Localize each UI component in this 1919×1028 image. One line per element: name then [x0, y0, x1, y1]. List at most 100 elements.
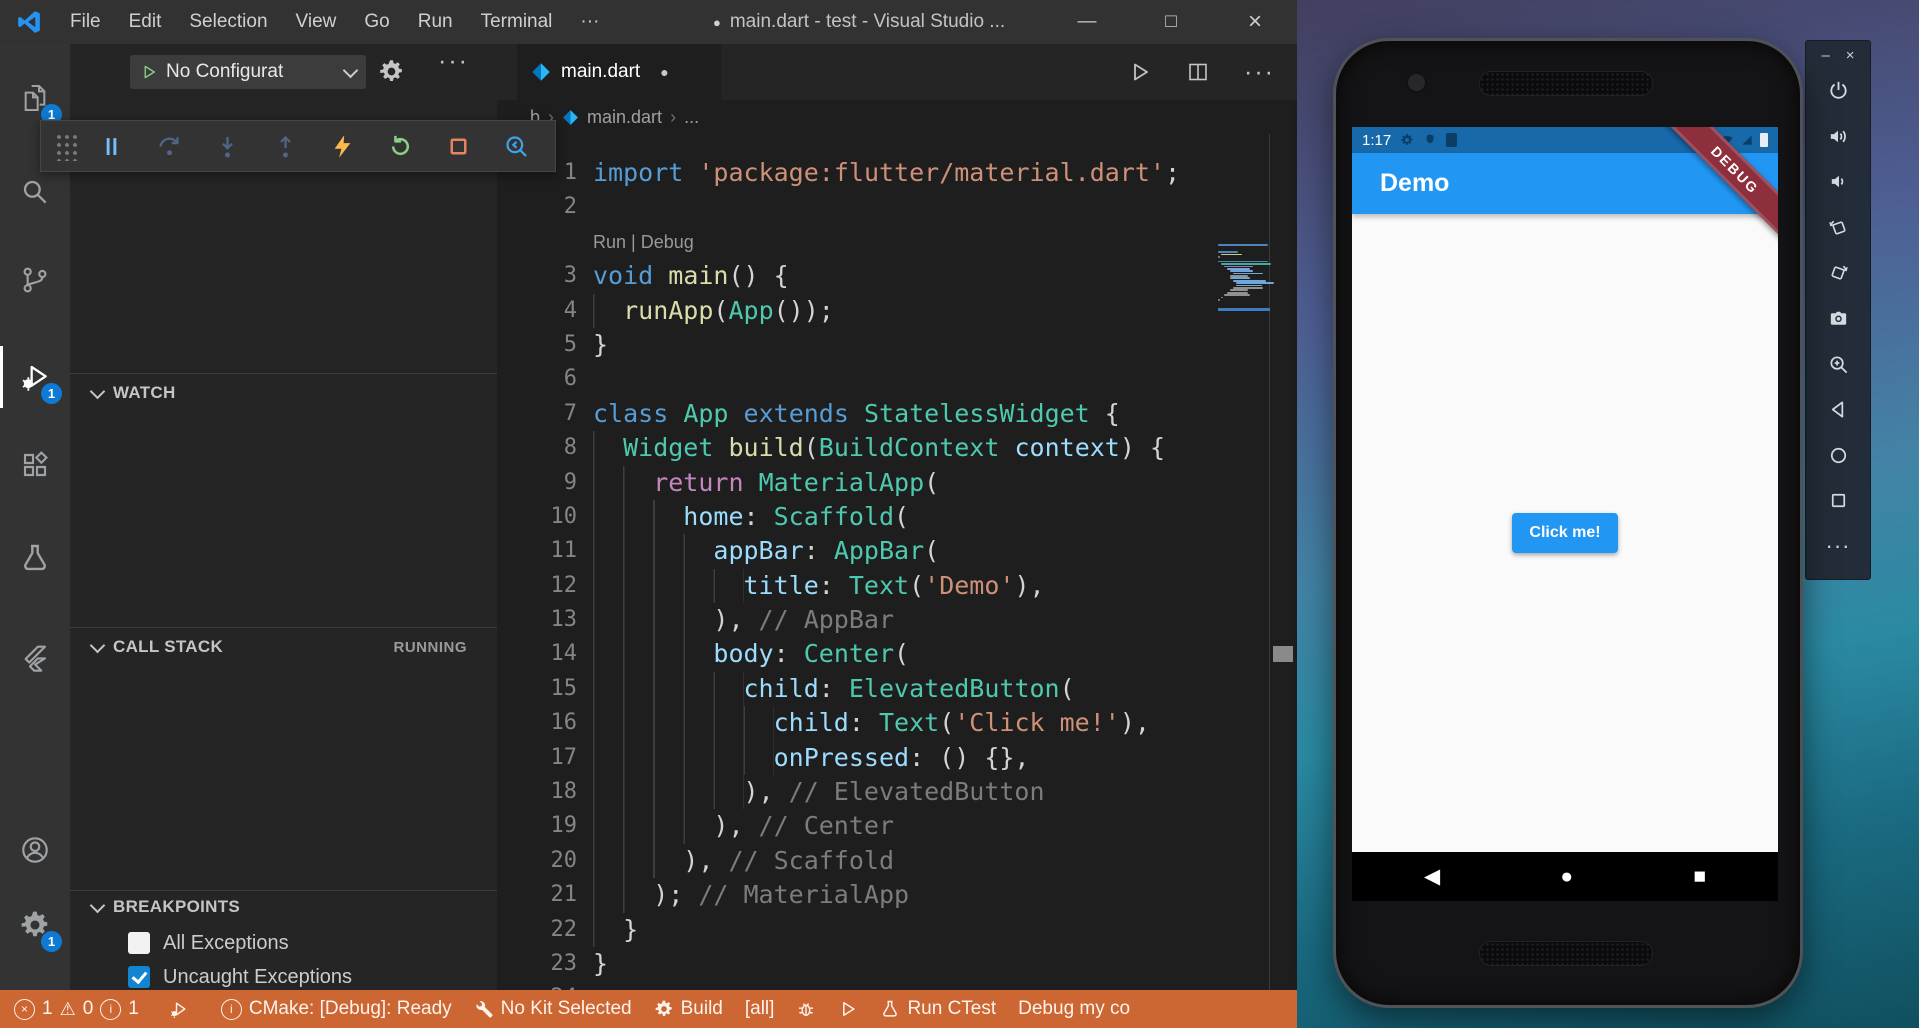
emulator-home-button[interactable]: [1806, 432, 1870, 478]
nav-home-button[interactable]: ●: [1560, 865, 1573, 889]
sidebar-item-accounts[interactable]: [0, 815, 70, 885]
menu-run[interactable]: Run: [404, 0, 467, 44]
restart-button[interactable]: [372, 124, 430, 168]
checkbox-uncaught-exceptions[interactable]: [128, 966, 150, 988]
launch-target[interactable]: Debug my co: [1018, 998, 1130, 1020]
code-line: 1import 'package:flutter/material.dart';: [497, 156, 1297, 190]
breadcrumb-separator: ›: [670, 107, 676, 128]
breakpoint-all-exceptions[interactable]: All Exceptions: [70, 926, 497, 960]
drag-handle[interactable]: [53, 131, 77, 161]
breadcrumb[interactable]: b › main.dart › ...: [497, 100, 1297, 134]
emulator-phone: 1:17 Demo Click me! ◀ ● ■ D: [1333, 38, 1803, 1008]
step-into-button[interactable]: [198, 124, 256, 168]
zoom-button[interactable]: [1806, 341, 1870, 387]
emulator-toolbar: – × ···: [1805, 40, 1871, 580]
emulator-close-button[interactable]: ×: [1846, 47, 1855, 64]
code-line: 8Widget build(BuildContext context) {: [497, 431, 1297, 465]
sidebar-item-testing[interactable]: [0, 523, 70, 593]
editor-more-actions[interactable]: ···: [1244, 58, 1275, 87]
split-editor-icon[interactable]: [1186, 60, 1210, 84]
rotate-left-button[interactable]: [1806, 205, 1870, 251]
breakpoint-uncaught-exceptions[interactable]: Uncaught Exceptions: [70, 960, 497, 990]
menu-edit[interactable]: Edit: [115, 0, 176, 44]
code-line: 12title: Text('Demo'),: [497, 569, 1297, 603]
debug-more-actions[interactable]: ···: [438, 47, 469, 76]
menu-selection[interactable]: Selection: [175, 0, 281, 44]
code-editor[interactable]: 1import 'package:flutter/material.dart';…: [497, 134, 1297, 990]
maximize-button[interactable]: □: [1129, 0, 1213, 44]
code-line: 6: [497, 362, 1297, 396]
emulator-more-button[interactable]: ···: [1806, 523, 1870, 569]
sidebar-item-flutter[interactable]: [0, 623, 70, 693]
section-divider: [70, 627, 497, 628]
menu-more[interactable]: ···: [566, 0, 613, 44]
pause-button[interactable]: [83, 124, 141, 168]
emulator-back-button[interactable]: [1806, 387, 1870, 433]
cmake-status[interactable]: i CMake: [Debug]: Ready: [221, 998, 452, 1020]
checkbox-all-exceptions[interactable]: [128, 932, 150, 954]
rotate-right-button[interactable]: [1806, 250, 1870, 296]
click-me-button[interactable]: Click me!: [1512, 513, 1617, 553]
cmake-build-button[interactable]: Build: [654, 998, 723, 1020]
run-file-icon[interactable]: [1128, 60, 1152, 84]
debug-sidebar: No Configurat ··· WATCH CALL STACK RUNNI…: [70, 44, 497, 990]
menu-view[interactable]: View: [282, 0, 351, 44]
sidebar-item-source-control[interactable]: [0, 245, 70, 315]
section-divider: [70, 890, 497, 891]
menu-terminal[interactable]: Terminal: [467, 0, 567, 44]
screenshot-button[interactable]: [1806, 296, 1870, 342]
stop-button[interactable]: [430, 124, 488, 168]
codelens-row[interactable]: Run | Debug: [497, 225, 1297, 259]
debug-launch-indicator[interactable]: [169, 999, 189, 1019]
nav-back-button[interactable]: ◀: [1424, 864, 1440, 889]
minimize-button[interactable]: —: [1045, 0, 1129, 44]
emulator-minimize-button[interactable]: –: [1821, 47, 1829, 64]
cmake-kit[interactable]: No Kit Selected: [474, 998, 632, 1020]
warning-icon: ⚠: [60, 999, 76, 1020]
home-circle-icon: [1827, 444, 1850, 467]
account-icon: [19, 834, 51, 866]
code-line: 13), // AppBar: [497, 603, 1297, 637]
problems-indicator[interactable]: × 1 ⚠ 0 i 1: [14, 998, 139, 1020]
breakpoints-section-header[interactable]: BREAKPOINTS: [70, 892, 497, 922]
code-line: 11appBar: AppBar(: [497, 534, 1297, 568]
callstack-section-header[interactable]: CALL STACK RUNNING: [70, 629, 497, 665]
start-debug-icon: [140, 63, 158, 81]
sidebar-item-run-debug[interactable]: 1: [0, 342, 70, 412]
sidebar-item-extensions[interactable]: [0, 430, 70, 500]
volume-down-button[interactable]: [1806, 159, 1870, 205]
configure-gear-icon[interactable]: [378, 58, 405, 85]
close-button[interactable]: ×: [1213, 0, 1297, 44]
breadcrumb-symbol[interactable]: ...: [684, 107, 699, 128]
hot-reload-button[interactable]: [314, 124, 372, 168]
power-button[interactable]: [1806, 68, 1870, 114]
cmake-debug-button[interactable]: [796, 999, 816, 1019]
ctest-button[interactable]: Run CTest: [880, 998, 996, 1020]
nav-overview-button[interactable]: ■: [1693, 865, 1706, 889]
testing-flask-icon: [19, 542, 51, 574]
minimap[interactable]: [1218, 244, 1270, 311]
tab-main-dart[interactable]: main.dart ●: [517, 44, 721, 100]
editor-actions: ···: [1128, 44, 1275, 100]
watch-section-header[interactable]: WATCH: [70, 375, 497, 411]
cmake-launch-button[interactable]: [838, 999, 858, 1019]
step-into-icon: [214, 133, 241, 160]
emulator-overview-button[interactable]: [1806, 478, 1870, 524]
sidebar-item-settings[interactable]: 1: [0, 890, 70, 960]
launch-config-dropdown[interactable]: No Configurat: [130, 55, 366, 89]
volume-up-button[interactable]: [1806, 114, 1870, 160]
widget-inspector-button[interactable]: [487, 124, 545, 168]
phone-screen[interactable]: 1:17 Demo Click me! ◀ ● ■ D: [1352, 127, 1778, 901]
step-over-button[interactable]: [141, 124, 199, 168]
menu-file[interactable]: File: [56, 0, 115, 44]
scrollbar-thumb[interactable]: [1273, 646, 1293, 662]
code-line: 7class App extends StatelessWidget {: [497, 397, 1297, 431]
breadcrumb-file[interactable]: main.dart: [587, 107, 662, 128]
code-lines: 1import 'package:flutter/material.dart';…: [497, 156, 1297, 990]
cmake-build-target[interactable]: [all]: [745, 998, 775, 1020]
menu-go[interactable]: Go: [350, 0, 403, 44]
debug-alt-icon: [169, 999, 189, 1019]
widget-inspector-icon: [503, 133, 530, 160]
code-line: 24: [497, 981, 1297, 990]
step-out-button[interactable]: [256, 124, 314, 168]
